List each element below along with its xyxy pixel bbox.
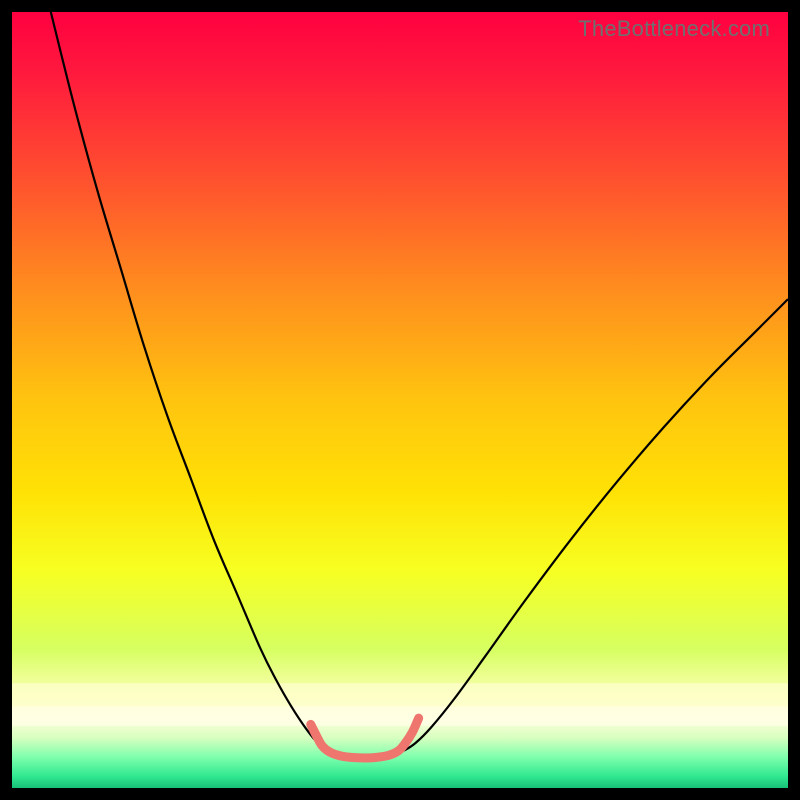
chart-frame: TheBottleneck.com <box>12 12 788 788</box>
chart-background <box>12 12 788 788</box>
bottleneck-chart <box>12 12 788 788</box>
watermark-text: TheBottleneck.com <box>578 16 770 42</box>
chart-overlay-bands <box>12 683 788 726</box>
